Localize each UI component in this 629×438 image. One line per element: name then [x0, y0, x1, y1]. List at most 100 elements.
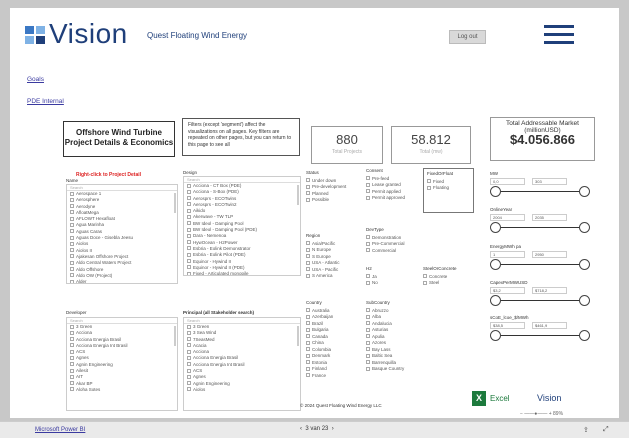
checkbox-icon[interactable] [187, 246, 191, 251]
checkbox-icon[interactable] [70, 267, 74, 272]
checkbox-icon[interactable] [187, 265, 191, 270]
range-min-input[interactable]: 1 [490, 251, 525, 258]
range-min-input[interactable]: $38,5 [490, 322, 525, 329]
checkbox-icon[interactable] [306, 197, 310, 202]
fixed-or-float-item[interactable]: Floating [427, 185, 453, 192]
range-slicer[interactable]: sCoE_lcoe_$/MWh $38,5 $461,9 [490, 315, 590, 342]
checkbox-icon[interactable] [306, 314, 310, 319]
region-slicer[interactable]: Region Asia/Pacific N Europe S Europe USA - … [306, 233, 340, 280]
checkbox-icon[interactable] [366, 366, 370, 371]
checkbox-icon[interactable] [70, 197, 74, 202]
checkbox-icon[interactable] [366, 280, 370, 285]
scrollbar[interactable] [297, 326, 299, 346]
checkbox-icon[interactable] [187, 259, 191, 264]
checkbox-icon[interactable] [306, 191, 310, 195]
checkbox-icon[interactable] [187, 208, 191, 213]
consent-item[interactable]: Permit approved [366, 195, 405, 202]
developer-slicer[interactable]: Search 3 Green Acciona Acciona Energia Bras… [66, 317, 178, 411]
checkbox-icon[interactable] [366, 176, 370, 180]
checkbox-icon[interactable] [187, 349, 191, 354]
checkbox-icon[interactable] [70, 349, 74, 354]
checkbox-icon[interactable] [70, 248, 74, 253]
checkbox-icon[interactable] [306, 308, 310, 312]
checkbox-icon[interactable] [366, 248, 370, 252]
scrollbar[interactable] [174, 326, 176, 346]
checkbox-icon[interactable] [366, 334, 370, 338]
hamburger-icon[interactable] [544, 25, 574, 47]
subcountry-slicer[interactable]: SubCountry Abruzzo Alba Andalucia Asturias Ap… [366, 300, 404, 373]
prev-page-icon[interactable]: ‹ [300, 426, 302, 432]
checkbox-icon[interactable] [366, 241, 370, 246]
checkbox-icon[interactable] [70, 210, 74, 215]
power-bi-link[interactable]: Microsoft Power BI [35, 427, 85, 433]
checkbox-icon[interactable] [306, 260, 310, 265]
checkbox-icon[interactable] [70, 204, 74, 209]
range-slicer[interactable]: OnlineYear 2004 2035 [490, 207, 590, 234]
checkbox-icon[interactable] [187, 196, 191, 201]
checkbox-icon[interactable] [366, 189, 370, 193]
page-navigator[interactable]: ‹ 3 van 23 › [300, 426, 334, 432]
checkbox-icon[interactable] [187, 330, 191, 335]
range-max-input[interactable]: 2035 [532, 214, 567, 221]
checkbox-icon[interactable] [70, 273, 74, 278]
checkbox-icon[interactable] [306, 366, 310, 371]
range-min-handle[interactable] [490, 259, 501, 270]
range-max-handle[interactable] [579, 330, 590, 341]
range-max-handle[interactable] [579, 259, 590, 270]
checkbox-icon[interactable] [366, 235, 370, 239]
developer-item[interactable]: Aloha Sotes [67, 387, 177, 393]
checkbox-icon[interactable] [70, 368, 74, 373]
checkbox-icon[interactable] [366, 347, 370, 351]
steelorconcrete-slicer[interactable]: SteelOrConcrete Concrete Steel [423, 266, 457, 287]
checkbox-icon[interactable] [306, 321, 310, 325]
checkbox-icon[interactable] [306, 184, 310, 189]
checkbox-icon[interactable] [70, 381, 74, 386]
range-min-input[interactable]: $3,2 [490, 287, 525, 294]
checkbox-icon[interactable] [187, 233, 191, 238]
checkbox-icon[interactable] [366, 195, 370, 200]
checkbox-icon[interactable] [366, 360, 370, 364]
checkbox-icon[interactable] [427, 185, 431, 190]
country-slicer[interactable]: Country Australia Azerbaijan Brazil Bulgaria… [306, 300, 333, 379]
checkbox-icon[interactable] [306, 373, 310, 377]
checkbox-icon[interactable] [70, 374, 74, 379]
next-page-icon[interactable]: › [332, 426, 334, 432]
checkbox-icon[interactable] [306, 241, 310, 245]
checkbox-icon[interactable] [187, 368, 191, 373]
checkbox-icon[interactable] [70, 337, 74, 342]
checkbox-icon[interactable] [187, 240, 191, 245]
checkbox-icon[interactable] [187, 227, 191, 232]
checkbox-icon[interactable] [187, 337, 191, 342]
country-item[interactable]: France [306, 373, 333, 380]
status-item[interactable]: Possible [306, 197, 346, 204]
checkbox-icon[interactable] [70, 229, 74, 234]
checkbox-icon[interactable] [187, 183, 191, 188]
range-max-input[interactable]: 303 [532, 178, 567, 185]
checkbox-icon[interactable] [306, 267, 310, 271]
fixedorfloat-slicer[interactable]: FixedOrFloat Fixed Floating [427, 171, 453, 192]
range-min-input[interactable]: 0,0 [490, 178, 525, 185]
range-max-handle[interactable] [579, 186, 590, 197]
checkbox-icon[interactable] [187, 214, 191, 219]
range-slicer[interactable]: CapexPerMWUSD $3,2 $718,2 [490, 280, 590, 307]
checkbox-icon[interactable] [70, 241, 74, 246]
subcountry-item[interactable]: Basque Country [366, 366, 404, 373]
checkbox-icon[interactable] [427, 179, 431, 183]
range-min-handle[interactable] [490, 222, 501, 233]
checkbox-icon[interactable] [306, 178, 310, 182]
checkbox-icon[interactable] [70, 324, 74, 329]
devtype-slicer[interactable]: DevType Demonstration Pre-Commercial Commer… [366, 227, 405, 254]
principal-slicer[interactable]: Search 3 Green 3 Sea Wind 7SeasMed Acacia Acc… [183, 317, 301, 411]
region-item[interactable]: S America [306, 273, 340, 280]
checkbox-icon[interactable] [423, 280, 427, 285]
range-max-input[interactable]: 2950 [532, 251, 567, 258]
checkbox-icon[interactable] [187, 189, 191, 194]
checkbox-icon[interactable] [187, 271, 191, 275]
checkbox-icon[interactable] [70, 216, 74, 221]
checkbox-icon[interactable] [70, 362, 74, 367]
checkbox-icon[interactable] [306, 353, 310, 358]
range-max-handle[interactable] [579, 222, 590, 233]
checkbox-icon[interactable] [187, 252, 191, 257]
checkbox-icon[interactable] [423, 274, 427, 278]
checkbox-icon[interactable] [306, 334, 310, 338]
